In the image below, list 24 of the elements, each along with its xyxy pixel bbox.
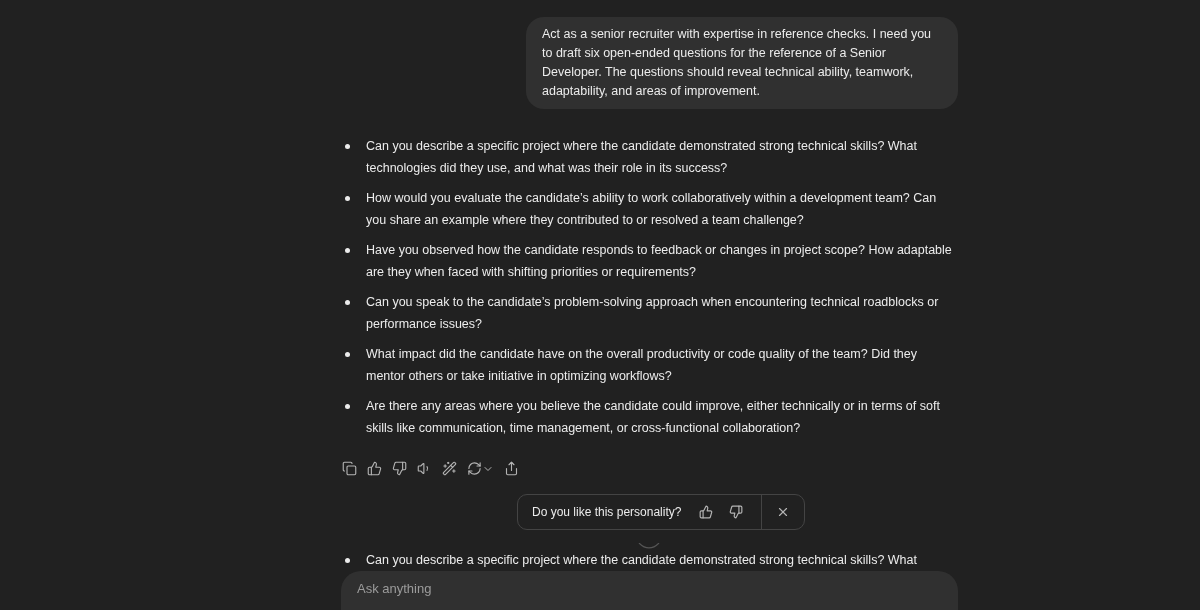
message-input[interactable]: Ask anything <box>357 581 942 596</box>
answer-text: Can you speak to the candidate’s problem-solving approach when encountering technical roadblocks or performance issues? <box>366 294 940 333</box>
answer-text: How would you evaluate the candidate’s ability to work collaboratively within a development team? Can you share an example where they contributed to or resolved a team challenge? <box>366 190 938 229</box>
refresh-icon <box>467 461 482 476</box>
answer-text: Can you describe a specific project where the candidate demonstrated strong technical skills? What <box>366 552 917 569</box>
copy-button[interactable] <box>342 461 357 476</box>
bullet-icon <box>345 300 350 305</box>
wand-button[interactable] <box>442 461 457 476</box>
thumbs-up-button[interactable] <box>367 461 382 476</box>
bullet-icon <box>345 248 350 253</box>
regenerate-button[interactable] <box>467 461 494 476</box>
feedback-question: Do you like this personality? <box>531 505 683 519</box>
answer-text: Have you observed how the candidate responds to feedback or changes in project scope? How adaptable are they when faced with shifting priorities or requirements? <box>366 242 953 281</box>
bullet-icon <box>345 352 350 357</box>
bullet-icon <box>345 558 350 563</box>
answer-text: Can you describe a specific project where the candidate demonstrated strong technical skills? What technologies did they use, and what was their role in its success? <box>366 138 918 177</box>
bullet-icon <box>345 404 350 409</box>
bullet-icon <box>345 144 350 149</box>
share-button[interactable] <box>504 461 519 476</box>
answer-text: What impact did the candidate have on the overall productivity or code quality of the team? Did they mentor others or take initiative in optimizing workflows? <box>366 346 918 385</box>
answer-text: Are there any areas where you believe the candidate could improve, either technically or in terms of soft skills like communication, time management, or cross-functional collaboration? <box>366 398 941 437</box>
thumbs-down-button[interactable] <box>392 461 407 476</box>
user-message: Act as a senior recruiter with expertise in reference checks. I need you to draft six open-ended questions for the reference of a Senior Developer. The questions should reveal technical ability, teamwork, adaptability, and areas of improvement. <box>526 17 958 109</box>
bullet-icon <box>345 196 350 201</box>
